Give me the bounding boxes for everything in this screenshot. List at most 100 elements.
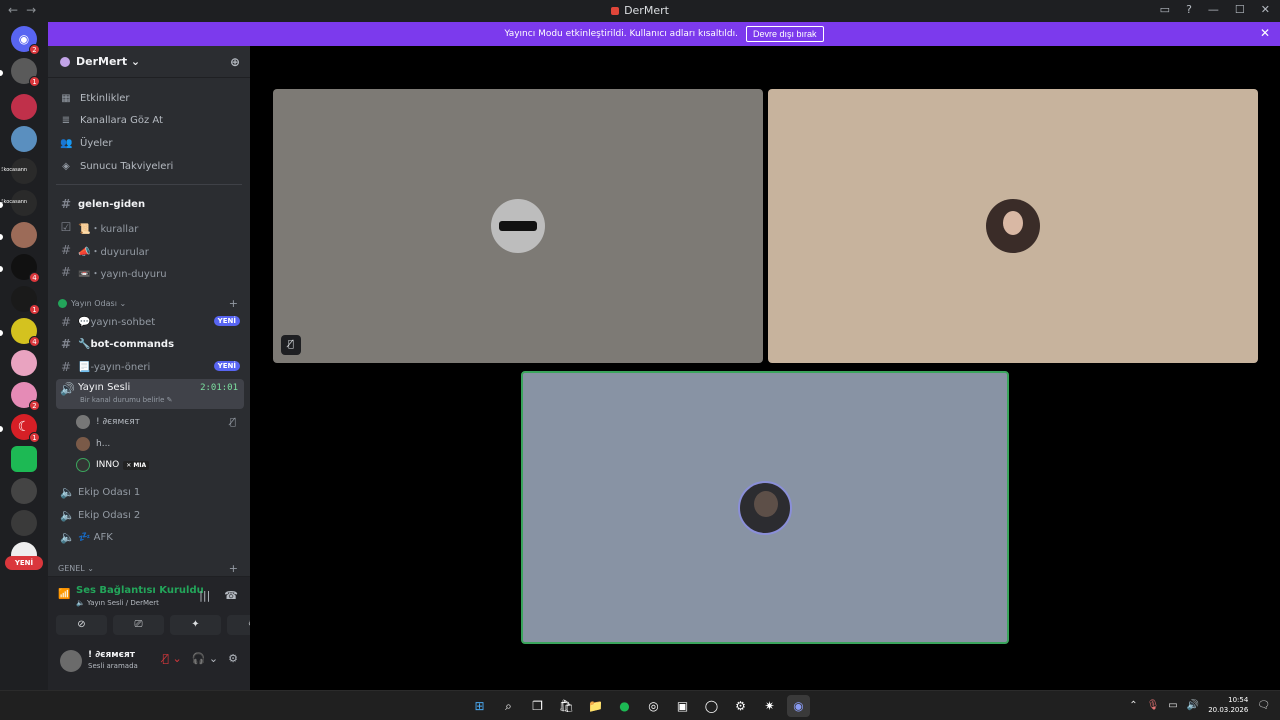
participant-tile-speaking[interactable] bbox=[521, 371, 1009, 644]
server-icon-9[interactable]: 4 bbox=[11, 318, 40, 347]
channel-yayin-duyuru[interactable]: # 📼・yayın-duyuru bbox=[56, 262, 244, 282]
nav-browse-channels[interactable]: ≣ Kanallara Göz At bbox=[56, 110, 242, 130]
speaker-icon: 🔈 bbox=[60, 485, 75, 499]
voice-channel-afk[interactable]: 🔈 💤 AFK bbox=[56, 527, 244, 547]
server-icon-12[interactable]: ☾ 1 bbox=[11, 414, 40, 443]
mention-badge: 1 bbox=[29, 304, 40, 315]
app-circle-icon[interactable]: ◯ bbox=[700, 695, 723, 717]
muted-mic-icon: 🎙̸ bbox=[229, 416, 236, 428]
guild-icon bbox=[60, 56, 70, 67]
new-servers-pill[interactable]: YENİ bbox=[5, 556, 43, 570]
add-channel-icon[interactable]: + bbox=[229, 297, 238, 310]
server-icon-7[interactable]: 4 bbox=[11, 254, 40, 283]
network-icon[interactable]: ▭ bbox=[1168, 700, 1177, 711]
disconnect-icon[interactable]: ☎ bbox=[224, 589, 238, 602]
banner-close-icon[interactable]: ✕ bbox=[1260, 26, 1270, 40]
add-user-icon[interactable]: ⊕ bbox=[230, 55, 240, 69]
volume-icon[interactable]: 🔊 bbox=[1187, 700, 1199, 711]
inbox-icon[interactable]: ▭ bbox=[1160, 3, 1170, 16]
voice-channel-path[interactable]: 🔈 Yayın Sesli / DerMert bbox=[76, 599, 159, 607]
tray-expand-icon[interactable]: ⌃ bbox=[1129, 700, 1137, 711]
microphone-tray-icon[interactable]: 🎙 bbox=[1147, 700, 1160, 711]
voice-connected-status[interactable]: Ses Bağlantısı Kuruldu bbox=[58, 585, 204, 596]
chrome-icon[interactable]: ◎ bbox=[642, 695, 665, 717]
unread-pip bbox=[0, 70, 3, 76]
nav-members[interactable]: 👥 Üyeler bbox=[56, 133, 242, 153]
category-genel[interactable]: GENEL ⌄ + bbox=[58, 561, 242, 575]
user-name[interactable]: ! ∂єямєят bbox=[88, 650, 135, 660]
channel-kurallar[interactable]: ☑ 📜・kurallar bbox=[56, 217, 244, 237]
headphones-icon[interactable]: 🎧 ⌄ bbox=[192, 652, 218, 665]
voice-channel-yayin-sesli[interactable]: 🔊 Yayın Sesli 2:01:01 Bir kanal durumu b… bbox=[56, 379, 244, 409]
avatar bbox=[76, 458, 90, 472]
store-icon[interactable]: 🛍 bbox=[555, 695, 578, 717]
clock-date: 20.03.2026 bbox=[1208, 706, 1249, 714]
channel-gelen-giden[interactable]: # gelen-giden bbox=[56, 194, 244, 214]
notification-icon[interactable]: 🗨 bbox=[1257, 700, 1270, 711]
maximize-button[interactable]: ☐ bbox=[1235, 3, 1245, 16]
voice-user[interactable]: ! ∂єямєят 🎙̸ bbox=[76, 413, 242, 431]
clock-time: 10:54 bbox=[1228, 696, 1249, 704]
server-icon-10[interactable] bbox=[11, 350, 37, 376]
server-icon-6[interactable] bbox=[11, 222, 37, 248]
server-icon-13[interactable] bbox=[11, 446, 37, 472]
screen-share-button[interactable]: ⎚ bbox=[113, 615, 164, 635]
channel-yayin-sohbet[interactable]: # 💬yayın-sohbet YENİ bbox=[56, 312, 244, 332]
voice-user[interactable]: INNO ✕ MIA bbox=[76, 456, 242, 474]
unread-pip bbox=[0, 426, 3, 432]
game-app-icon[interactable]: ✷ bbox=[758, 695, 781, 717]
noise-suppression-icon[interactable]: ||| bbox=[199, 589, 210, 602]
channel-label: 📜・kurallar bbox=[78, 223, 139, 235]
spotify-icon[interactable]: ● bbox=[613, 695, 636, 717]
voice-channel-ekip-1[interactable]: 🔈 Ekip Odası 1 bbox=[56, 482, 244, 502]
task-view-icon[interactable]: ❐ bbox=[526, 695, 549, 717]
discord-taskbar-icon[interactable]: ◉ bbox=[787, 695, 810, 717]
server-icon-5[interactable]: ﾐkocasann bbox=[1, 190, 37, 216]
close-button[interactable]: ✕ bbox=[1261, 3, 1270, 16]
guild-header[interactable]: DerMert ⌄ ⊕ bbox=[48, 46, 250, 78]
category-label: Yayın Odası ⌄ bbox=[71, 298, 127, 308]
steam-icon[interactable]: ⚙ bbox=[729, 695, 752, 717]
channel-bot-commands[interactable]: # 🔧bot-commands bbox=[56, 334, 244, 354]
face-graphic bbox=[754, 490, 778, 517]
home-button[interactable]: ◉ 2 bbox=[11, 26, 40, 55]
channel-duyurular[interactable]: # 📣・duyurular bbox=[56, 240, 244, 260]
participant-tile[interactable] bbox=[768, 89, 1258, 363]
channel-status-prompt[interactable]: Bir kanal durumu belirle ✎ bbox=[80, 396, 173, 404]
nav-server-boosts[interactable]: ◈ Sunucu Takviyeleri bbox=[56, 156, 242, 176]
server-avatar bbox=[11, 222, 37, 248]
file-explorer-icon[interactable]: 📁 bbox=[584, 695, 607, 717]
nav-events[interactable]: ▦ Etkinlikler bbox=[56, 88, 242, 108]
server-icon-8[interactable]: 1 bbox=[11, 286, 40, 315]
settings-gear-icon[interactable]: ⚙ bbox=[228, 652, 238, 665]
minimize-button[interactable]: — bbox=[1208, 3, 1219, 16]
microphone-muted-icon[interactable]: 🎙̸ ⌄ bbox=[162, 652, 181, 665]
server-icon-3[interactable] bbox=[11, 126, 37, 152]
voice-channel-ekip-2[interactable]: 🔈 Ekip Odası 2 bbox=[56, 505, 244, 525]
voice-user[interactable]: h... bbox=[76, 435, 242, 453]
channel-yayin-oneri[interactable]: # 📃-yayın-öneri YENİ bbox=[56, 357, 244, 377]
window-app-icon[interactable]: ▣ bbox=[671, 695, 694, 717]
participant-tile[interactable]: 🎙̸ bbox=[273, 89, 763, 363]
search-icon[interactable]: ⌕ bbox=[497, 695, 520, 717]
help-icon[interactable]: ? bbox=[1186, 3, 1192, 16]
clock[interactable]: 10:54 20.03.2026 bbox=[1208, 695, 1248, 715]
avatar[interactable] bbox=[60, 650, 82, 672]
server-icon-11[interactable]: 2 bbox=[11, 382, 40, 411]
activities-icon: ✦ bbox=[191, 619, 200, 630]
activities-button[interactable]: ✦ bbox=[170, 615, 221, 635]
mention-badge: 4 bbox=[29, 272, 40, 283]
channel-label: Ekip Odası 2 bbox=[78, 509, 141, 521]
category-yayin-odasi[interactable]: Yayın Odası ⌄ + bbox=[58, 296, 242, 310]
disable-streamer-mode-button[interactable]: Devre dışı bırak bbox=[746, 26, 824, 42]
server-icon-1[interactable]: 1 bbox=[11, 58, 40, 87]
start-icon[interactable]: ⊞ bbox=[468, 695, 491, 717]
server-icon-2[interactable] bbox=[11, 94, 37, 120]
mention-badge: 2 bbox=[29, 400, 40, 411]
add-channel-icon[interactable]: + bbox=[229, 562, 238, 575]
calendar-icon: ▦ bbox=[61, 92, 71, 104]
server-icon-4[interactable]: ﾐkocasann bbox=[1, 158, 37, 184]
server-icon-14[interactable] bbox=[11, 478, 37, 504]
server-icon-15[interactable] bbox=[11, 510, 37, 536]
camera-toggle-button[interactable]: ⊘ bbox=[56, 615, 107, 635]
